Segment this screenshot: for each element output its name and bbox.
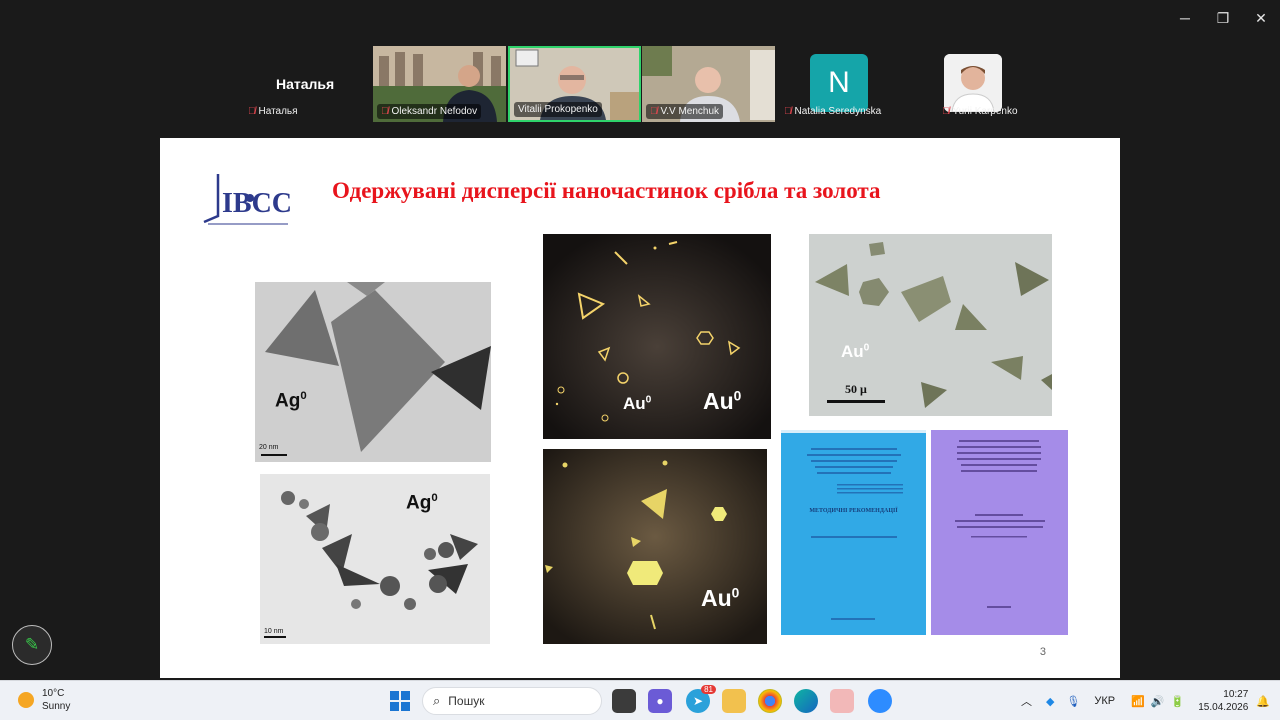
pencil-icon: ✎ — [24, 635, 40, 654]
minimize-button[interactable]: ─ — [1166, 0, 1204, 36]
taskbar: 10°C Sunny ⌕ Пошук ● ➤ 81 ︿ ◆ 🎙 УКР 📶 � — [0, 680, 1280, 720]
participant-tile[interactable]: 🎙̸ Yurii Karpenko — [910, 46, 1043, 122]
chrome-icon[interactable] — [758, 689, 782, 713]
participant-name-label: 🎙̸ Natalia Seredynska — [784, 106, 882, 117]
institute-logo: IBCC — [200, 166, 296, 230]
au-microscopy-image: Au0 50 μ — [809, 234, 1052, 416]
mic-muted-icon: 🎙̸ — [942, 106, 950, 117]
zoom-icon[interactable] — [868, 689, 892, 713]
ag-label: Ag0 — [275, 390, 307, 412]
au-label: Au0 — [703, 388, 742, 414]
windows-icon — [390, 691, 410, 711]
participant-tile[interactable]: N 🎙̸ Natalia Seredynska — [776, 46, 909, 122]
participant-tile-active[interactable]: Vitalii Prokopenko — [508, 46, 641, 122]
ag-tem-image-2: Ag0 10 nm — [260, 474, 490, 644]
file-explorer-icon[interactable] — [722, 689, 746, 713]
participant-name-label: 🎙̸ V.V Menchuk — [646, 104, 724, 119]
violet-document-cover — [931, 430, 1068, 635]
slide-page-number: 3 — [1039, 646, 1046, 658]
participant-name-label: Vitalii Prokopenko — [514, 102, 602, 117]
participant-name-label: 🎙̸ Yurii Karpenko — [942, 106, 1018, 117]
notification-badge: 81 — [701, 685, 716, 694]
ag-label: Ag0 — [406, 492, 438, 514]
au-label: Au0 — [623, 394, 652, 413]
taskbar-search[interactable]: ⌕ Пошук — [422, 687, 602, 715]
microphone-icon[interactable]: 🎙 — [1066, 695, 1080, 708]
participant-name-label: 🎙̸ Oleksandr Nefodov — [377, 104, 482, 119]
slide-title: Одержувані дисперсії наночастинок срібла… — [332, 178, 881, 203]
close-button[interactable]: ✕ — [1242, 0, 1280, 36]
restore-button[interactable]: ❐ — [1204, 0, 1242, 36]
mic-muted-icon: 🎙̸ — [381, 106, 389, 117]
participant-name-label: 🎙̸ Наталья — [248, 106, 298, 117]
clock[interactable]: 10:27 15.04.2026 — [1198, 688, 1248, 714]
edge-icon[interactable] — [794, 689, 818, 713]
scale-label: 20 nm — [259, 444, 279, 451]
search-icon: ⌕ — [433, 693, 441, 708]
wifi-icon[interactable]: 📶 — [1131, 695, 1145, 708]
snipping-tool-icon[interactable] — [830, 689, 854, 713]
screen: ─ ❐ ✕ Наталья 🎙̸ Наталья 🎙̸ Oleksandr Ne… — [0, 0, 1280, 720]
mic-muted-icon: 🎙̸ — [248, 106, 256, 117]
start-button[interactable] — [388, 689, 412, 713]
document-heading: МЕТОДИЧНІ РЕКОМЕНДАЦІЇ — [809, 508, 898, 514]
system-tray: ︿ ◆ 🎙 УКР 📶 🔊 🔋 10:27 15.04.2026 🔔 — [1021, 681, 1280, 720]
teams-chat-icon[interactable]: ● — [648, 689, 672, 713]
scale-label: 10 nm — [264, 628, 284, 635]
participant-tile[interactable]: 🎙̸ V.V Menchuk — [642, 46, 775, 122]
svg-text:IBCC: IBCC — [222, 188, 292, 219]
weather-widget[interactable]: 10°C Sunny — [18, 687, 70, 713]
shared-slide: IBCC Одержувані дисперсії наночастинок с… — [160, 138, 1120, 678]
search-placeholder: Пошук — [448, 694, 485, 708]
au-darkfield-image-2: Au0 — [543, 449, 767, 644]
telegram-icon[interactable]: ➤ 81 — [686, 685, 716, 713]
clock-date: 15.04.2026 — [1198, 702, 1249, 713]
ag-tem-image: Ag0 20 nm — [255, 282, 491, 462]
mic-muted-icon: 🎙̸ — [650, 106, 658, 117]
task-view-icon[interactable] — [612, 689, 636, 713]
au-darkfield-image: Au0 Au0 — [543, 234, 771, 439]
weather-condition: Sunny — [42, 701, 71, 712]
annotate-button[interactable]: ✎ — [12, 625, 52, 665]
au-label: Au0 — [841, 342, 870, 361]
weather-temp: 10°C — [42, 688, 65, 699]
language-indicator[interactable]: УКР — [1094, 695, 1115, 707]
active-speaker-name: Наталья — [276, 76, 335, 92]
window-controls: ─ ❐ ✕ — [1166, 0, 1280, 36]
participant-tile[interactable]: 🎙̸ Oleksandr Nefodov — [373, 46, 506, 122]
mic-muted-icon: 🎙̸ — [784, 106, 792, 117]
sun-icon — [18, 692, 34, 708]
clock-time: 10:27 — [1223, 689, 1249, 700]
notification-icon[interactable]: 🔔 — [1256, 695, 1270, 708]
security-icon[interactable]: ◆ — [1046, 695, 1054, 708]
blue-document-cover: МЕТОДИЧНІ РЕКОМЕНДАЦІЇ — [781, 430, 926, 635]
battery-icon[interactable]: 🔋 — [1171, 695, 1185, 708]
participant-tile[interactable]: Наталья 🎙̸ Наталья — [240, 46, 370, 122]
chevron-up-icon[interactable]: ︿ — [1021, 693, 1032, 709]
scale-label: 50 μ — [845, 382, 867, 396]
au-label: Au0 — [701, 585, 740, 611]
volume-icon[interactable]: 🔊 — [1151, 695, 1165, 708]
